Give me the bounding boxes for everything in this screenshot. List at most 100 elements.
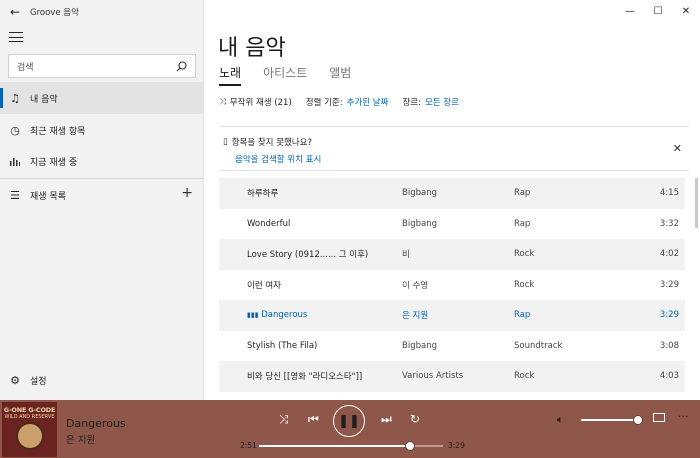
tab-albums[interactable]: 앨범 <box>329 64 351 86</box>
song-genre: Rock <box>514 249 535 260</box>
previous-track-icon[interactable]: ⏮ <box>308 412 319 427</box>
song-row[interactable]: 이런 여자 이 수영 Rock 3:29 <box>219 270 685 301</box>
song-genre: Rap <box>514 310 531 321</box>
now-playing-bars-icon: ▮▮▮ <box>247 311 259 320</box>
album-art[interactable]: G-ONE G-CODE WILD AND RESERVE <box>2 402 57 457</box>
mini-view-icon[interactable] <box>653 413 665 422</box>
song-title: 비와 당신 [[영화 "라디오스타"]] <box>247 372 363 383</box>
song-duration: 4:03 <box>659 371 679 382</box>
sidebar-item-my-music[interactable]: ♫ 내 음악 <box>0 82 204 114</box>
song-artist[interactable]: 은 지원 <box>374 309 480 321</box>
add-playlist-button[interactable]: + <box>181 185 193 201</box>
now-playing-title[interactable]: Dangerous <box>66 417 126 430</box>
sort-dropdown[interactable]: 정렬 기준: 추가된 날짜 <box>306 96 389 108</box>
song-toolbar: ⤨ 무작위 재생 (21) 정렬 기준: 추가된 날짜 장르: 모든 장르 <box>219 96 473 108</box>
sidebar-item-now-playing[interactable]: 지금 재생 중 <box>0 145 204 177</box>
search-input[interactable]: 검색 <box>8 54 196 78</box>
sort-value: 추가된 날짜 <box>346 98 389 108</box>
seek-bar-thumb[interactable] <box>404 441 415 451</box>
song-artist[interactable]: Bigbang <box>374 341 480 351</box>
divider <box>219 126 689 127</box>
music-note-icon: ♫ <box>10 91 20 105</box>
song-artist[interactable]: Bigbang <box>374 188 480 198</box>
shuffle-label: 무작위 재생 (21) <box>229 98 292 108</box>
song-title: Wonderful <box>247 218 291 229</box>
song-title: 하루하루 <box>247 189 279 200</box>
pause-icon: ❚❚ <box>338 413 360 429</box>
bars-icon <box>0 156 30 166</box>
gear-icon: ⚙ <box>10 373 20 387</box>
sidebar: ← Groove 음악 검색 ♫ 내 음악 ◷ 최근 재생 항목 지금 재생 중… <box>0 0 204 400</box>
song-row[interactable]: 비와 당신 [[영화 "라디오스타"]] Various Artists Roc… <box>219 361 685 392</box>
hamburger-menu-icon[interactable] <box>9 32 23 44</box>
song-list: 하루하루 Bigbang Rap 4:15 Wonderful Bigbang … <box>219 178 685 392</box>
page-title: 내 음악 <box>218 36 286 61</box>
song-artist[interactable]: 비 <box>374 248 480 260</box>
song-title-cell: ▮▮▮ Dangerous <box>219 310 374 320</box>
sidebar-item-playlists[interactable]: ☰ 재생 목록 <box>0 179 204 211</box>
song-genre: Soundtrack <box>514 340 563 351</box>
divider <box>219 170 689 171</box>
shuffle-toggle-icon[interactable]: ⤨ <box>279 412 289 427</box>
song-artist[interactable]: Various Artists <box>374 371 480 381</box>
maximize-button[interactable]: ☐ <box>644 0 672 22</box>
next-track-icon[interactable]: ⏭ <box>381 412 392 427</box>
shuffle-all-button[interactable]: ⤨ 무작위 재생 (21) <box>219 96 292 108</box>
tab-artists[interactable]: 아티스트 <box>263 64 307 86</box>
more-options-icon[interactable]: ··· <box>678 410 689 423</box>
song-row[interactable]: Stylish (The Fila) Bigbang Soundtrack 3:… <box>219 331 685 362</box>
song-duration: 3:29 <box>659 279 679 290</box>
sidebar-item-label: 재생 목록 <box>30 191 66 202</box>
album-art-text: G-ONE G-CODE <box>3 406 56 414</box>
genre-label: 장르: <box>402 98 421 108</box>
song-genre: Rap <box>514 218 531 229</box>
app-title: Groove 음악 <box>30 8 79 18</box>
close-window-button[interactable]: ✕ <box>672 0 700 22</box>
genre-dropdown[interactable]: 장르: 모든 장르 <box>402 96 459 108</box>
scrollbar[interactable] <box>695 178 698 228</box>
song-row-now-playing[interactable]: ▮▮▮ Dangerous 은 지원 Rap 3:29 <box>219 300 685 331</box>
shuffle-icon: ⤨ <box>219 97 226 107</box>
volume-slider-thumb[interactable] <box>633 415 643 425</box>
search-placeholder: 검색 <box>17 62 34 73</box>
tab-songs[interactable]: 노래 <box>219 64 242 86</box>
seek-bar[interactable] <box>259 441 443 451</box>
volume-slider[interactable] <box>581 415 643 425</box>
show-music-location-link[interactable]: 음악을 검색할 위치 표시 <box>235 153 321 165</box>
sidebar-item-label: 최근 재생 항목 <box>30 126 86 137</box>
song-genre: Rock <box>514 371 535 382</box>
album-art-emblem <box>16 422 44 450</box>
pause-button[interactable]: ❚❚ <box>333 405 365 437</box>
song-artist[interactable]: Bigbang <box>374 219 480 229</box>
phone-icon: ▯ <box>223 137 228 147</box>
song-title: Love Story (0912...... 그 이후) <box>247 250 369 261</box>
repeat-icon[interactable]: ↻ <box>410 412 420 426</box>
album-art-subtext: WILD AND RESERVE <box>4 414 55 420</box>
close-notice-button[interactable]: ✕ <box>673 142 682 155</box>
song-genre: Rock <box>514 279 535 290</box>
genre-value: 모든 장르 <box>424 98 459 108</box>
elapsed-time: 2:51 <box>240 441 257 450</box>
song-title: 이런 여자 <box>247 280 281 291</box>
clock-icon: ◷ <box>10 123 20 137</box>
song-title: Stylish (The Fila) <box>247 340 318 351</box>
song-row[interactable]: Love Story (0912...... 그 이후) 비 Rock 4:02 <box>219 239 685 270</box>
song-duration: 3:29 <box>659 310 679 321</box>
now-playing-artist[interactable]: 은 지원 <box>66 432 95 446</box>
song-row[interactable]: Wonderful Bigbang Rap 3:32 <box>219 209 685 240</box>
volume-icon[interactable]: 🔈︎ <box>557 413 564 427</box>
list-icon: ☰ <box>10 188 20 202</box>
search-icon[interactable] <box>176 60 187 72</box>
sidebar-item-label: 설정 <box>30 376 47 387</box>
back-button[interactable]: ← <box>0 0 30 24</box>
sidebar-item-label: 내 음악 <box>30 94 58 105</box>
minimize-button[interactable]: — <box>616 0 644 22</box>
sidebar-item-recent[interactable]: ◷ 최근 재생 항목 <box>0 114 204 146</box>
sidebar-item-label: 지금 재생 중 <box>30 157 78 168</box>
window-controls: — ☐ ✕ <box>616 0 700 24</box>
song-artist[interactable]: 이 수영 <box>374 279 480 291</box>
sidebar-item-settings[interactable]: ⚙ 설정 <box>0 364 204 396</box>
song-duration: 3:08 <box>659 340 679 351</box>
song-row[interactable]: 하루하루 Bigbang Rap 4:15 <box>219 178 685 209</box>
notice-title: 항목을 찾지 못했나요? <box>231 138 312 148</box>
